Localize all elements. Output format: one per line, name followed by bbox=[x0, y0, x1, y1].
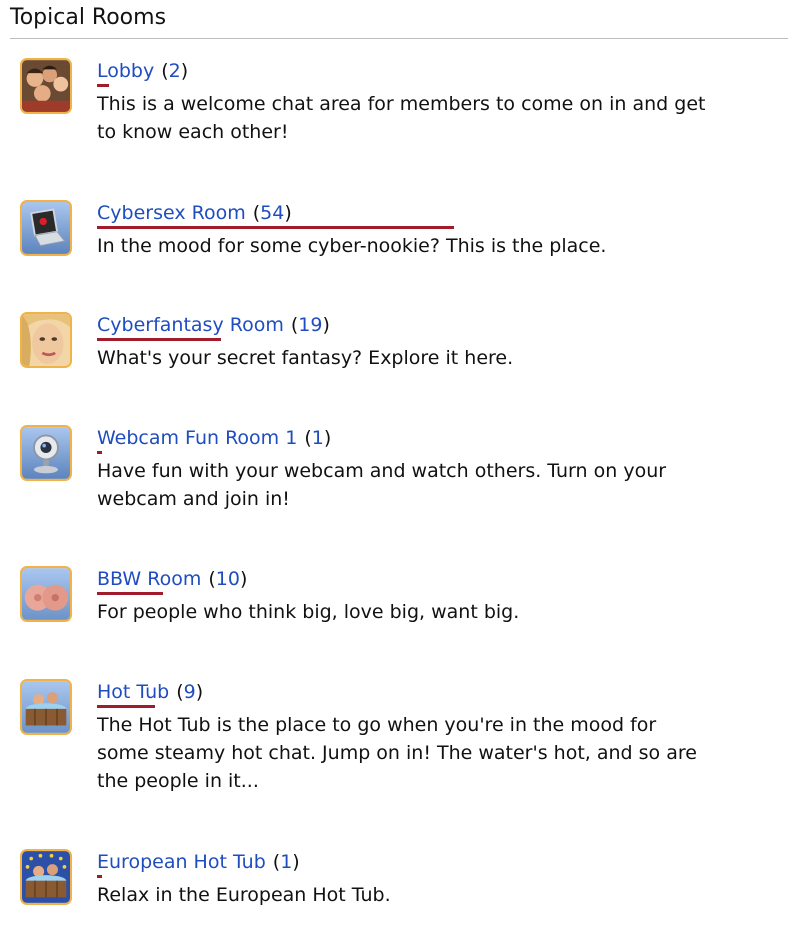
room-header: Hot Tub (9) bbox=[97, 679, 203, 705]
room-description: This is a welcome chat area for members … bbox=[97, 93, 706, 143]
room-count[interactable]: 2 bbox=[169, 60, 181, 82]
activity-bar bbox=[97, 705, 155, 708]
room-count-wrapper: (19) bbox=[290, 314, 330, 336]
activity-bar bbox=[97, 338, 221, 341]
room-count[interactable]: 1 bbox=[312, 427, 324, 449]
room-description: The Hot Tub is the place to go when you'… bbox=[97, 714, 697, 792]
group-photo-icon[interactable] bbox=[20, 58, 72, 114]
room-header: European Hot Tub (1) bbox=[97, 849, 300, 875]
room-count-wrapper: (54) bbox=[252, 202, 292, 224]
room-count-wrapper: (2) bbox=[161, 60, 189, 82]
activity-bar bbox=[97, 226, 454, 229]
activity-bar bbox=[97, 592, 163, 595]
european-hot-tub-icon[interactable] bbox=[20, 849, 72, 905]
room-count[interactable]: 19 bbox=[298, 314, 322, 336]
room-count-wrapper: (1) bbox=[272, 851, 300, 873]
room-link[interactable]: Lobby bbox=[97, 60, 154, 82]
room-count-wrapper: (10) bbox=[208, 568, 248, 590]
room-count[interactable]: 9 bbox=[184, 681, 196, 703]
room-header: Webcam Fun Room 1 (1) bbox=[97, 425, 331, 451]
room-link[interactable]: Webcam Fun Room 1 bbox=[97, 427, 297, 449]
activity-bar bbox=[97, 451, 102, 454]
room-link[interactable]: Cyberfantasy Room bbox=[97, 314, 284, 336]
room-description: In the mood for some cyber-nookie? This … bbox=[97, 235, 607, 257]
room-description: Relax in the European Hot Tub. bbox=[97, 884, 391, 906]
room-header: BBW Room (10) bbox=[97, 566, 247, 592]
room-header: Cybersex Room (54) bbox=[97, 200, 292, 226]
room-count[interactable]: 54 bbox=[260, 202, 284, 224]
room-header: Cyberfantasy Room (19) bbox=[97, 312, 330, 338]
webcam-icon[interactable] bbox=[20, 425, 72, 481]
room-count-wrapper: (9) bbox=[176, 681, 204, 703]
room-link[interactable]: European Hot Tub bbox=[97, 851, 266, 873]
room-header: Lobby (2) bbox=[97, 58, 188, 84]
activity-bar bbox=[97, 875, 102, 878]
room-description: Have fun with your webcam and watch othe… bbox=[97, 460, 667, 510]
room-link[interactable]: Hot Tub bbox=[97, 681, 169, 703]
hot-tub-icon[interactable] bbox=[20, 679, 72, 735]
face-photo-icon[interactable] bbox=[20, 312, 72, 368]
room-count[interactable]: 10 bbox=[216, 568, 240, 590]
room-count-wrapper: (1) bbox=[304, 427, 332, 449]
room-description: What's your secret fantasy? Explore it h… bbox=[97, 347, 514, 369]
bbw-photo-icon[interactable] bbox=[20, 566, 72, 622]
room-link[interactable]: Cybersex Room bbox=[97, 202, 246, 224]
room-count[interactable]: 1 bbox=[280, 851, 292, 873]
room-description: For people who think big, love big, want… bbox=[97, 601, 520, 623]
activity-bar bbox=[97, 84, 109, 87]
section-title: Topical Rooms bbox=[10, 5, 167, 30]
laptop-icon[interactable] bbox=[20, 200, 72, 256]
room-link[interactable]: BBW Room bbox=[97, 568, 201, 590]
section-divider bbox=[10, 38, 788, 39]
